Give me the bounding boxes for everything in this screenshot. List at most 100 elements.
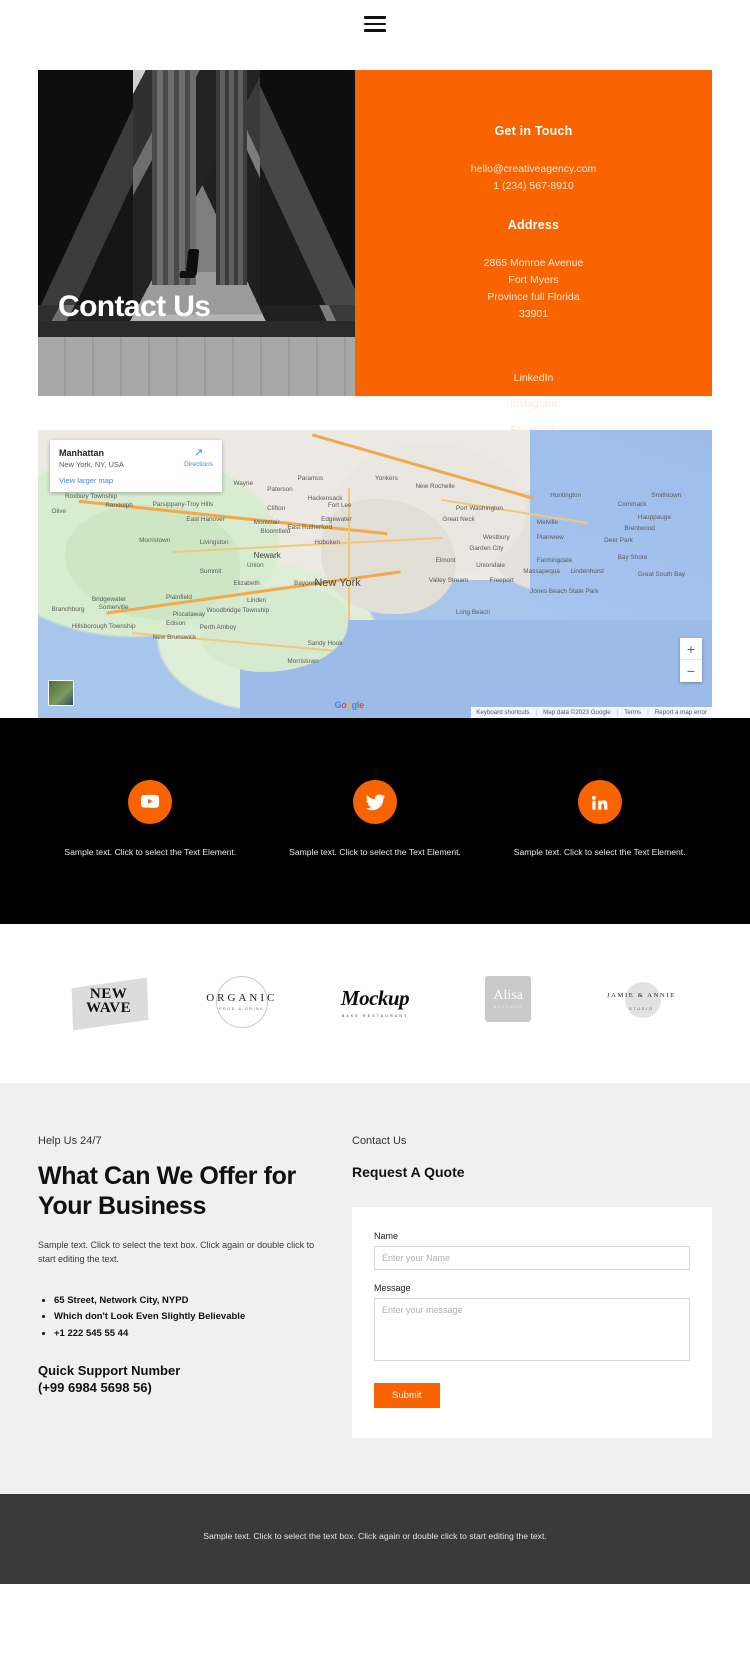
map-label: Branchburg bbox=[51, 605, 85, 613]
map-attribution-bar: Keyboard shortcuts | Map data ©2023 Goog… bbox=[471, 707, 712, 718]
contact-email[interactable]: hello@creativeagency.com bbox=[375, 163, 692, 175]
map-zoom-out-button[interactable]: − bbox=[680, 660, 702, 682]
logo-alisa: Alisa BOUTIQUE bbox=[442, 976, 575, 1027]
map-label: Perth Amboy bbox=[199, 624, 237, 632]
social-link-linkedin[interactable]: LinkedIn bbox=[375, 372, 692, 384]
map-label: Randolph bbox=[105, 502, 133, 509]
burger-line bbox=[364, 16, 386, 19]
terms-link[interactable]: Terms bbox=[624, 709, 641, 716]
quote-form-card: Name Message Submit bbox=[352, 1207, 712, 1439]
hero-section: Contact Us Get in Touch hello@creativeag… bbox=[38, 70, 712, 436]
map-label: Sandy Hook bbox=[307, 640, 343, 648]
list-item: +1 222 545 55 44 bbox=[54, 1326, 330, 1342]
address-heading: Address bbox=[507, 218, 560, 232]
view-larger-map-link[interactable]: View larger map bbox=[59, 476, 213, 485]
map-label: Montclair bbox=[253, 519, 280, 527]
hero-shape-right bbox=[259, 70, 355, 305]
map-label: Clifton bbox=[267, 504, 286, 512]
map-directions-button[interactable]: ↗ Directions bbox=[184, 447, 213, 469]
twitter-icon[interactable] bbox=[353, 780, 397, 824]
map-label: Deer Park bbox=[604, 536, 633, 544]
map-label: New Rochelle bbox=[415, 483, 455, 491]
social-item-linkedin: Sample text. Click to select the Text El… bbox=[487, 780, 712, 858]
map-label: Lindenhurst bbox=[570, 568, 604, 576]
map-label: Bloomfield bbox=[260, 527, 291, 535]
logo-line-2: BOUTIQUE bbox=[493, 1005, 523, 1010]
message-input[interactable] bbox=[374, 1298, 690, 1362]
contact-phone[interactable]: 1 (234) 567-8910 bbox=[375, 180, 692, 192]
attrib-divider: | bbox=[535, 709, 538, 716]
name-label: Name bbox=[374, 1231, 399, 1242]
map-zoom-controls[interactable]: + − bbox=[680, 638, 702, 682]
map-label: Roxbury Township bbox=[64, 493, 118, 501]
map-label: Huntington bbox=[550, 491, 582, 499]
directions-arrow-icon: ↗ bbox=[193, 447, 204, 459]
quote-form-section: Contact Us Request A Quote Name Message … bbox=[352, 1135, 712, 1439]
map-label: Union bbox=[246, 562, 264, 570]
map-label: Summit bbox=[199, 568, 222, 576]
hamburger-menu-icon[interactable] bbox=[364, 16, 386, 32]
map-label: Somerville bbox=[98, 604, 129, 612]
contact-panel: Get in Touch hello@creativeagency.com 1 … bbox=[355, 70, 712, 436]
map-place-title: Manhattan bbox=[59, 448, 104, 458]
map-label: Jones Beach State Park bbox=[530, 588, 599, 596]
map-label: Bridgewater bbox=[91, 595, 127, 603]
map-label: Elmont bbox=[435, 556, 456, 564]
offer-heading: What Can We Offer for Your Business bbox=[38, 1162, 296, 1221]
google-map[interactable]: New York Paramus Yonkers New Rochelle Wa… bbox=[38, 430, 712, 718]
linkedin-icon[interactable] bbox=[577, 780, 622, 824]
map-label: Hoboken bbox=[314, 539, 340, 547]
map-label: Commack bbox=[617, 500, 647, 508]
circle-shape bbox=[624, 981, 661, 1018]
map-label: Edgewater bbox=[321, 516, 352, 524]
keyboard-shortcuts-link[interactable]: Keyboard shortcuts bbox=[476, 709, 529, 716]
address-line-4: 33901 bbox=[518, 308, 549, 320]
logo-line-2: BAKE RESTAURANT bbox=[341, 1013, 409, 1018]
map-label: Newark bbox=[253, 550, 281, 560]
map-city-label: New York bbox=[314, 576, 361, 589]
map-street-view-thumbnail[interactable] bbox=[48, 680, 74, 706]
hero-image: Contact Us bbox=[38, 70, 355, 396]
map-label: Elizabeth bbox=[233, 579, 260, 587]
form-eyebrow: Contact Us bbox=[352, 1135, 407, 1148]
map-label: Garden City bbox=[469, 545, 504, 553]
map-label: Plainview bbox=[536, 533, 564, 541]
quick-support-number: (+99 6984 5698 56) bbox=[38, 1380, 152, 1396]
report-map-error-link[interactable]: Report a map error bbox=[655, 709, 707, 716]
map-label: Piscataway bbox=[172, 611, 206, 619]
map-label: Bayonne bbox=[294, 579, 320, 587]
address-line-3: Province full Florida bbox=[487, 291, 580, 303]
map-label: Farmingdale bbox=[536, 556, 573, 564]
map-label: Hillsborough Township bbox=[71, 622, 136, 630]
social-link-instagram[interactable]: Instagram bbox=[375, 398, 692, 410]
offer-eyebrow: Help Us 24/7 bbox=[38, 1135, 102, 1148]
address-line-1: 2865 Monroe Avenue bbox=[483, 257, 584, 269]
name-input[interactable] bbox=[374, 1246, 690, 1271]
logo-line-1: NEW bbox=[89, 985, 128, 1002]
get-in-touch-heading: Get in Touch bbox=[494, 124, 573, 138]
map-label: Freeport bbox=[489, 576, 514, 584]
map-label: Morristown bbox=[139, 536, 171, 544]
map-label: Port Washington bbox=[455, 504, 503, 512]
submit-button[interactable]: Submit bbox=[374, 1383, 440, 1409]
burger-line bbox=[364, 22, 386, 26]
footer: Sample text. Click to select the text bo… bbox=[0, 1494, 750, 1584]
map-label: Woodbridge Township bbox=[206, 607, 270, 615]
map-directions-label: Directions bbox=[184, 461, 213, 468]
map-label: Long Beach bbox=[455, 608, 490, 616]
logo-line-1: Alisa bbox=[493, 988, 523, 1004]
youtube-icon[interactable] bbox=[128, 780, 173, 824]
logo-jamie-annie: JAMIE & ANNIE STUDIO bbox=[575, 981, 708, 1021]
map-zoom-in-button[interactable]: + bbox=[680, 638, 702, 660]
logo-line-1: ORGANIC bbox=[206, 992, 278, 1005]
logo-line-2: FOOD & DRINK bbox=[219, 1007, 265, 1012]
offer-paragraph: Sample text. Click to select the text bo… bbox=[38, 1240, 315, 1265]
map-label: Brentwood bbox=[624, 525, 655, 533]
logo-line-1: JAMIE & ANNIE bbox=[607, 992, 676, 1000]
map-label: Paterson bbox=[267, 486, 293, 494]
map-label: Paramus bbox=[297, 474, 324, 482]
map-label: Great South Bay bbox=[637, 571, 686, 579]
footer-text: Sample text. Click to select the text bo… bbox=[203, 1531, 547, 1542]
map-label: Bay Shore bbox=[617, 553, 648, 561]
map-label: Livingston bbox=[199, 539, 229, 547]
